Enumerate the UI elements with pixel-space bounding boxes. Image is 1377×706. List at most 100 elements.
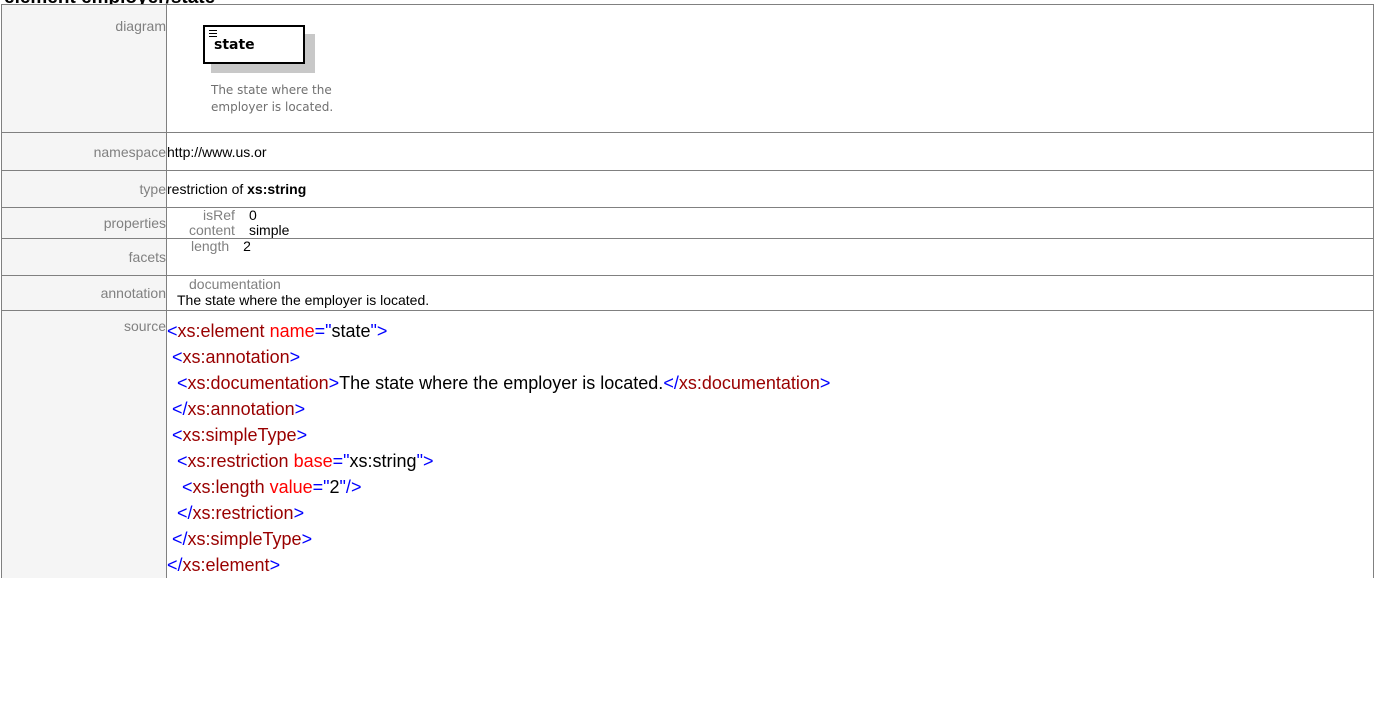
facets-cell: length 2 bbox=[166, 238, 1374, 276]
namespace-row: namespace http://www.us.or bbox=[1, 132, 1374, 171]
source-markup-punct: < bbox=[177, 451, 188, 471]
source-markup-punct: "> bbox=[370, 321, 388, 341]
annotation-label: annotation bbox=[1, 275, 167, 311]
source-line: <xs:length value="2"/> bbox=[167, 474, 1373, 500]
source-markup-punct: </ bbox=[172, 399, 188, 419]
source-markup-punct: > bbox=[328, 373, 340, 393]
source-markup-punct: > bbox=[819, 373, 831, 393]
source-markup-punct: "/> bbox=[339, 477, 362, 497]
source-tag-name: xs:annotation bbox=[182, 347, 290, 367]
source-cell: <xs:element name="state"> <xs:annotation… bbox=[166, 310, 1374, 578]
source-line: <xs:restriction base="xs:string"> bbox=[167, 448, 1373, 474]
source-attr-name: value bbox=[269, 477, 313, 497]
property-key: isRef bbox=[203, 207, 235, 223]
properties-table: isRef 0 content simple bbox=[189, 208, 289, 238]
properties-cell: isRef 0 content simple bbox=[166, 207, 1374, 239]
source-markup-punct: =" bbox=[312, 477, 330, 497]
facet-row: length 2 bbox=[191, 239, 251, 254]
source-tag-name: xs:documentation bbox=[187, 373, 329, 393]
source-tag-name: xs:simpleType bbox=[187, 529, 302, 549]
source-indent bbox=[167, 503, 177, 523]
source-line: <xs:annotation> bbox=[167, 344, 1373, 370]
properties-label: properties bbox=[1, 207, 167, 239]
source-markup-punct: "> bbox=[416, 451, 434, 471]
source-markup-punct: > bbox=[269, 555, 281, 575]
element-description-line: employer is located. bbox=[211, 100, 334, 114]
source-label: source bbox=[1, 310, 167, 578]
source-indent bbox=[167, 451, 177, 471]
source-row: source <xs:element name="state"> <xs:ann… bbox=[1, 310, 1374, 578]
diagram-label: diagram bbox=[1, 4, 167, 133]
source-markup-punct: > bbox=[289, 347, 301, 367]
diagram-cell: state The state where the employer is lo… bbox=[166, 4, 1374, 133]
facets-row: facets length 2 bbox=[1, 238, 1374, 276]
facets-table: length 2 bbox=[191, 239, 251, 254]
annotation-heading: documentation bbox=[189, 276, 281, 292]
source-line: </xs:simpleType> bbox=[167, 526, 1373, 552]
source-indent bbox=[167, 373, 177, 393]
source-attr-name: base bbox=[293, 451, 333, 471]
source-markup-punct: < bbox=[172, 425, 183, 445]
namespace-label: namespace bbox=[1, 132, 167, 171]
facets-label: facets bbox=[1, 238, 167, 276]
source-markup-punct: </ bbox=[177, 503, 193, 523]
source-markup-punct: > bbox=[301, 529, 313, 549]
source-tag-name: xs:element bbox=[177, 321, 265, 341]
source-text-content: 2 bbox=[329, 477, 340, 497]
element-box-name: state bbox=[214, 37, 255, 53]
type-value: restriction of xs:string bbox=[166, 170, 1374, 208]
type-prefix: restriction of bbox=[167, 181, 248, 197]
facet-value: 2 bbox=[243, 238, 251, 254]
annotation-cell: documentation The state where the employ… bbox=[166, 275, 1374, 311]
property-value: simple bbox=[248, 222, 290, 238]
source-tag-name: xs:simpleType bbox=[182, 425, 297, 445]
facet-key: length bbox=[191, 238, 230, 254]
source-line: </xs:element> bbox=[167, 552, 1373, 578]
element-box[interactable]: state bbox=[203, 25, 305, 64]
source-markup-punct: > bbox=[296, 425, 308, 445]
source-markup-punct: < bbox=[182, 477, 193, 497]
type-label: type bbox=[1, 170, 167, 208]
source-code: <xs:element name="state"> <xs:annotation… bbox=[167, 311, 1373, 578]
source-tag-name: xs:documentation bbox=[678, 373, 820, 393]
properties-row: properties isRef 0 content simple bbox=[1, 207, 1374, 239]
element-doc-table: diagram state The state where the employ… bbox=[1, 4, 1374, 578]
type-row: type restriction of xs:string bbox=[1, 170, 1374, 208]
source-markup-punct: </ bbox=[663, 373, 679, 393]
source-line: <xs:simpleType> bbox=[167, 422, 1373, 448]
source-line: </xs:annotation> bbox=[167, 396, 1373, 422]
annotation-row: annotation documentation The state where… bbox=[1, 275, 1374, 311]
source-markup-punct: < bbox=[172, 347, 183, 367]
source-tag-name: xs:annotation bbox=[187, 399, 295, 419]
namespace-value: http://www.us.or bbox=[166, 132, 1374, 171]
property-key: content bbox=[189, 222, 235, 238]
element-box-description: The state where the employer is located. bbox=[211, 82, 351, 116]
source-markup-punct: > bbox=[293, 503, 305, 523]
annotation-text: The state where the employer is located. bbox=[177, 292, 430, 308]
property-row: content simple bbox=[189, 223, 289, 238]
source-tag-name: xs:restriction bbox=[192, 503, 294, 523]
source-line: <xs:element name="state"> bbox=[167, 318, 1373, 344]
source-text-content: xs:string bbox=[349, 451, 417, 471]
source-markup-punct: =" bbox=[314, 321, 332, 341]
source-markup-punct: < bbox=[167, 321, 178, 341]
source-tag-name: xs:restriction bbox=[187, 451, 289, 471]
property-row: isRef 0 bbox=[189, 208, 289, 223]
source-markup-punct: </ bbox=[172, 529, 188, 549]
source-text-content: The state where the employer is located. bbox=[339, 373, 664, 393]
source-text-content: state bbox=[331, 321, 371, 341]
property-value: 0 bbox=[248, 207, 257, 223]
source-markup-punct: </ bbox=[167, 555, 183, 575]
diagram-row: diagram state The state where the employ… bbox=[1, 4, 1374, 133]
source-markup-punct: < bbox=[177, 373, 188, 393]
source-attr-name: name bbox=[269, 321, 315, 341]
source-markup-punct: > bbox=[294, 399, 306, 419]
source-indent bbox=[167, 477, 182, 497]
type-base-link[interactable]: xs:string bbox=[247, 181, 306, 197]
source-tag-name: xs:element bbox=[182, 555, 270, 575]
source-line: </xs:restriction> bbox=[167, 500, 1373, 526]
source-tag-name: xs:length bbox=[192, 477, 265, 497]
source-markup-punct: =" bbox=[332, 451, 350, 471]
source-line: <xs:documentation>The state where the em… bbox=[167, 370, 1373, 396]
element-description-line: The state where the bbox=[211, 83, 332, 97]
